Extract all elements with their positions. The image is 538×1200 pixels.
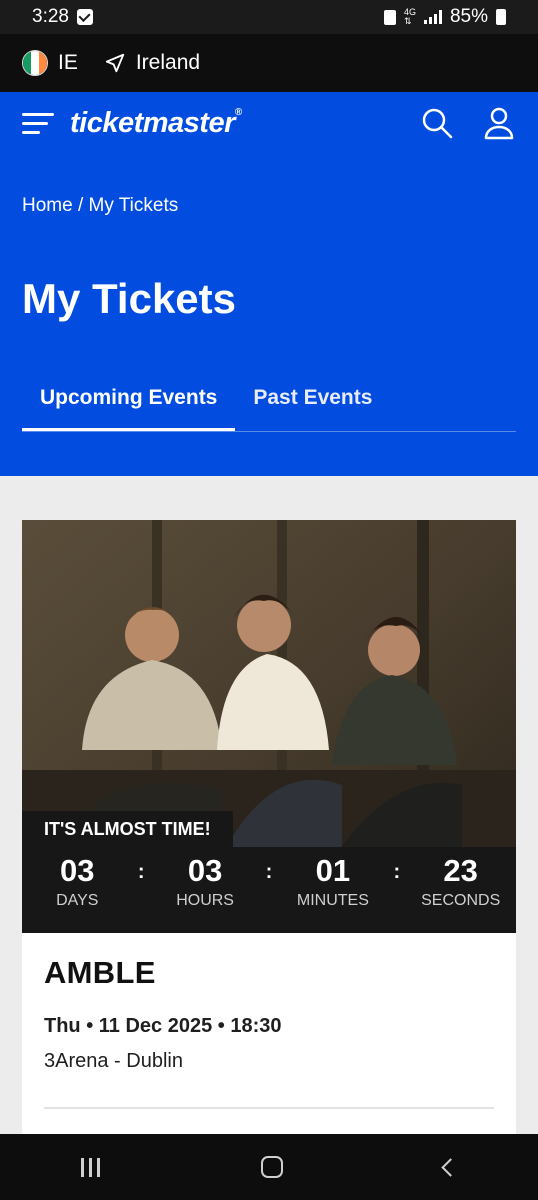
signal-icon <box>423 10 442 24</box>
event-card[interactable]: IT'S ALMOST TIME! 03 DAYS : 03 HOURS : 0… <box>22 520 516 1140</box>
event-photo: IT'S ALMOST TIME! 03 DAYS : 03 HOURS : 0… <box>22 520 516 933</box>
countdown-minutes-value: 01 <box>315 853 351 888</box>
top-nav: ticketmaster® <box>0 92 538 154</box>
countdown-hours: 03 HOURS <box>155 853 255 910</box>
home-icon[interactable] <box>260 1156 283 1178</box>
status-time: 3:28 <box>32 6 69 27</box>
breadcrumb[interactable]: Home / My Tickets <box>22 195 178 217</box>
countdown-separator: : <box>265 861 273 883</box>
countdown-days-label: DAYS <box>56 892 99 909</box>
network-type-label: 4G ⇅ <box>403 7 416 26</box>
countdown-seconds: 23 SECONDS <box>411 853 511 910</box>
battery-icon <box>496 9 506 25</box>
recent-apps-icon[interactable] <box>80 1157 100 1177</box>
account-icon[interactable] <box>482 106 516 140</box>
locale-bar: IE Ireland <box>0 34 538 92</box>
tab-past-events[interactable]: Past Events <box>235 368 390 431</box>
countdown-separator: : <box>137 861 145 883</box>
location-label: Ireland <box>135 51 201 74</box>
menu-icon[interactable] <box>22 112 56 134</box>
countdown-hours-value: 03 <box>187 853 223 888</box>
notification-check-icon <box>76 9 93 25</box>
location-arrow-icon <box>105 53 125 73</box>
event-name[interactable]: AMBLE <box>44 955 494 991</box>
battery-percent: 85% <box>449 6 488 27</box>
event-venue: 3Arena - Dublin <box>44 1050 183 1072</box>
sim-icon <box>383 9 396 25</box>
countdown-days-value: 03 <box>60 853 95 888</box>
header: ticketmaster® Home / My Tickets My Ticke… <box>0 92 538 476</box>
ireland-flag-icon <box>22 50 48 76</box>
event-tabs: Upcoming Events Past Events <box>22 368 516 432</box>
status-bar: 3:28 4G ⇅ 85% <box>0 0 538 34</box>
tab-upcoming-events[interactable]: Upcoming Events <box>22 368 236 431</box>
search-icon[interactable] <box>420 106 454 140</box>
back-icon[interactable] <box>441 1157 461 1177</box>
countdown-days: 03 DAYS <box>27 853 127 910</box>
countdown-hours-label: HOURS <box>176 892 234 909</box>
countdown-minutes: 01 MINUTES <box>283 853 383 910</box>
card-divider <box>44 1107 494 1109</box>
country-code: IE <box>58 51 78 74</box>
countdown-seconds-value: 23 <box>443 853 478 888</box>
countdown-heading: IT'S ALMOST TIME! <box>22 811 233 847</box>
location-selector[interactable]: Ireland <box>104 51 200 75</box>
countdown-seconds-label: SECONDS <box>421 892 501 909</box>
page-title: My Tickets <box>22 275 236 322</box>
countdown-separator: : <box>393 861 401 883</box>
country-selector[interactable]: IE <box>22 50 78 76</box>
countdown-panel: IT'S ALMOST TIME! 03 DAYS : 03 HOURS : 0… <box>22 811 516 933</box>
countdown-minutes-label: MINUTES <box>296 892 369 909</box>
event-date-time: Thu • 11 Dec 2025 • 18:30 <box>44 1015 282 1037</box>
ticketmaster-logo[interactable]: ticketmaster® <box>70 107 242 140</box>
system-nav-bar <box>0 1134 538 1200</box>
